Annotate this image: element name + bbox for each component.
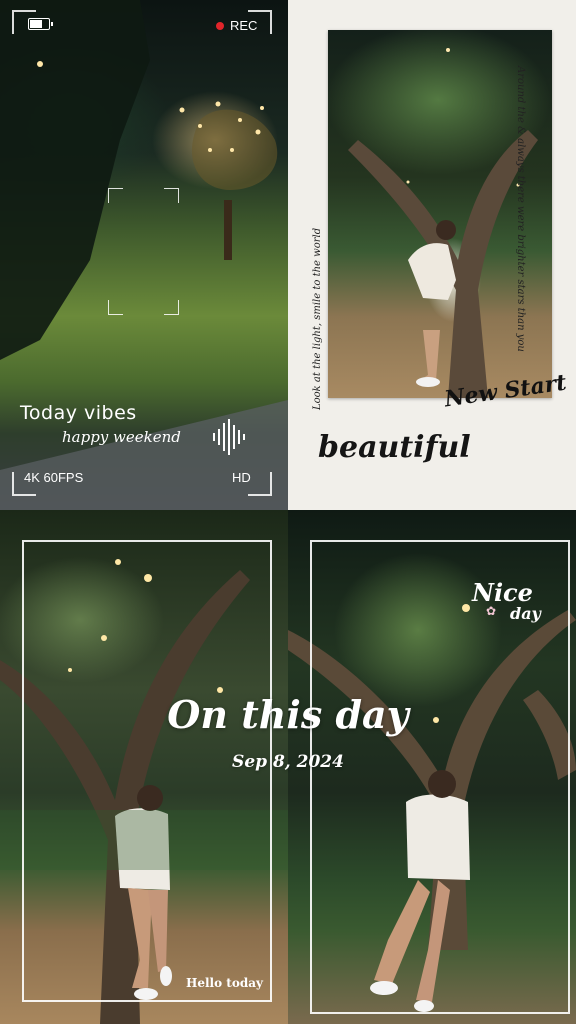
flower-icon: ✿ (486, 604, 497, 618)
format-label: 4K 60FPS (24, 470, 84, 485)
scrapbook-panel: Around the & always there were brighter … (288, 0, 576, 510)
quality-label: HD (232, 470, 251, 485)
focus-box-corner (164, 300, 179, 315)
rec-label: REC (230, 18, 258, 33)
focus-box-corner (108, 188, 123, 203)
beautiful-text: beautiful (318, 430, 471, 465)
audio-wave-icon (213, 419, 245, 455)
viewfinder-panel: REC Today vibes happy weekend 4K 60FPS H… (0, 0, 288, 510)
record-dot-icon (216, 22, 224, 30)
focus-box-corner (108, 300, 123, 315)
focus-box-corner (164, 188, 179, 203)
top-script-text: Around the & always there were brighter … (515, 66, 526, 352)
frame-corner (248, 472, 272, 496)
battery-icon (28, 18, 53, 30)
day-text: day (510, 604, 541, 623)
left-script-text: Look at the light, smile to the world (312, 227, 323, 410)
today-vibes-text: Today vibes (20, 402, 137, 424)
happy-weekend-text: happy weekend (62, 428, 181, 446)
date-text: Sep 8, 2024 (232, 752, 344, 772)
on-this-day-title: On this day (167, 692, 409, 737)
hello-today-text: Hello today (186, 976, 263, 990)
nice-text: Nice (472, 578, 533, 607)
